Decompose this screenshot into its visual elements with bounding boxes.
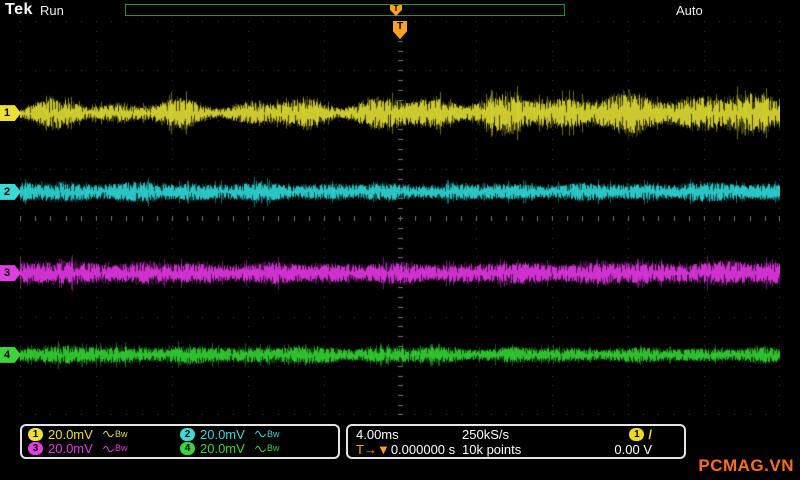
channel-4-reference-marker: 4	[0, 346, 21, 363]
ch1-badge: 1	[28, 427, 43, 441]
ch4-readout: 4 20.0mV Bw	[180, 441, 332, 457]
ac-sine-icon	[255, 431, 266, 438]
ac-sine-icon	[255, 445, 266, 452]
sample-rate: 250kS/s	[462, 427, 509, 442]
channel-1-reference-marker: 1	[0, 105, 21, 122]
waveform-canvas	[20, 21, 780, 415]
bw-limit-icon: Bw	[267, 428, 280, 439]
ch4-badge: 4	[180, 442, 195, 456]
bw-limit-icon: Bw	[115, 443, 128, 454]
trigger-level: 0.00 V	[614, 442, 652, 457]
ac-sine-icon	[103, 431, 114, 438]
acquisition-status: Run	[40, 3, 64, 18]
channel-3-reference-marker: 3	[0, 265, 21, 282]
channel-2-reference-marker: 2	[0, 183, 21, 200]
trigger-delay-readout: T→▼ 0.000000 s	[356, 442, 462, 457]
ch3-readout: 3 20.0mV Bw	[28, 441, 180, 457]
trigger-mode-label: Auto	[676, 3, 703, 18]
ch1-readout: 1 20.0mV Bw	[28, 426, 180, 442]
ch2-readout: 2 20.0mV Bw	[180, 426, 332, 442]
ch2-scale: 20.0mV	[200, 426, 245, 442]
channel-readout-box: 1 20.0mV Bw 2 20.0mV Bw 3 20.0mV Bw 4 20…	[20, 424, 340, 459]
bw-limit-icon: Bw	[115, 428, 128, 439]
graticule-area	[20, 21, 780, 415]
record-trigger-marker-icon: T	[390, 5, 402, 16]
trigger-source-badge: 1	[629, 428, 645, 441]
timebase-readout-box: 4.00ms 250kS/s 1 / T→▼ 0.000000 s 10k po…	[346, 424, 686, 459]
record-view-bar: T	[125, 4, 565, 16]
ch1-scale: 20.0mV	[48, 426, 93, 442]
record-length: 10k points	[462, 442, 522, 457]
tek-logo: Tek	[5, 1, 33, 18]
trigger-slope-icon: /	[648, 427, 652, 442]
ch3-scale: 20.0mV	[48, 441, 93, 457]
bw-limit-icon: Bw	[267, 443, 280, 454]
ac-sine-icon	[103, 445, 114, 452]
trigger-delay-icon: T→▼	[356, 442, 390, 457]
time-per-div: 4.00ms	[356, 427, 399, 442]
watermark: PCMAG.VN	[698, 456, 794, 475]
ch3-badge: 3	[28, 442, 43, 456]
oscilloscope-screen: Tek Run T Auto T 1 2 3 4 1 20.0mV Bw 2 2…	[0, 0, 800, 480]
trigger-delay-value: 0.000000 s	[390, 442, 456, 457]
trigger-source-readout: 1 /	[614, 427, 676, 442]
ch4-scale: 20.0mV	[200, 441, 245, 457]
ch2-badge: 2	[180, 427, 195, 441]
